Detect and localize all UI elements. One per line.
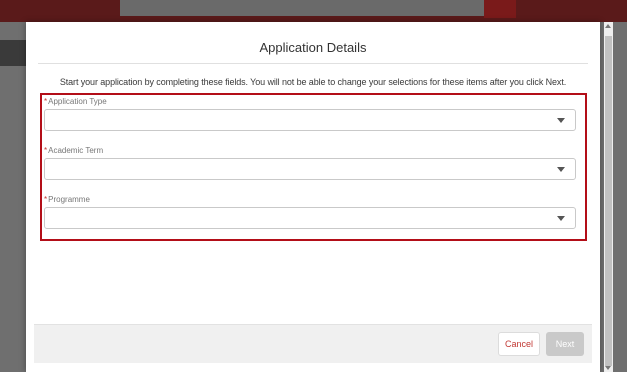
modal-header: Application Details: [26, 22, 600, 72]
academic-term-label: Academic Term: [48, 146, 104, 155]
required-marker: *: [44, 146, 48, 155]
chevron-down-icon: [557, 167, 565, 172]
required-marker: *: [44, 195, 48, 204]
programme-label: Programme: [48, 195, 90, 204]
modal-footer: Cancel Next: [34, 324, 592, 363]
page-scrollbar[interactable]: [604, 22, 613, 372]
scroll-down-icon[interactable]: [605, 366, 611, 370]
application-type-label: Application Type: [48, 97, 107, 106]
programme-select[interactable]: [44, 207, 576, 229]
background-search-button: [484, 0, 516, 18]
intro-text: Start your application by completing the…: [59, 77, 567, 87]
required-marker: *: [44, 97, 48, 106]
chevron-down-icon: [557, 118, 565, 123]
chevron-down-icon: [557, 216, 565, 221]
header-divider: [38, 63, 588, 64]
background-search-field: [120, 0, 500, 16]
next-button[interactable]: Next: [546, 332, 584, 356]
scrollbar-thumb[interactable]: [605, 36, 612, 366]
cancel-button[interactable]: Cancel: [498, 332, 540, 356]
application-details-modal: Application Details Start your applicati…: [26, 22, 600, 372]
academic-term-select[interactable]: [44, 158, 576, 180]
programme-field: *Programme: [44, 194, 576, 229]
application-type-field: *Application Type: [44, 96, 576, 131]
application-type-select[interactable]: [44, 109, 576, 131]
academic-term-field: *Academic Term: [44, 145, 576, 180]
scroll-up-icon[interactable]: [605, 24, 611, 28]
modal-title: Application Details: [259, 39, 367, 55]
